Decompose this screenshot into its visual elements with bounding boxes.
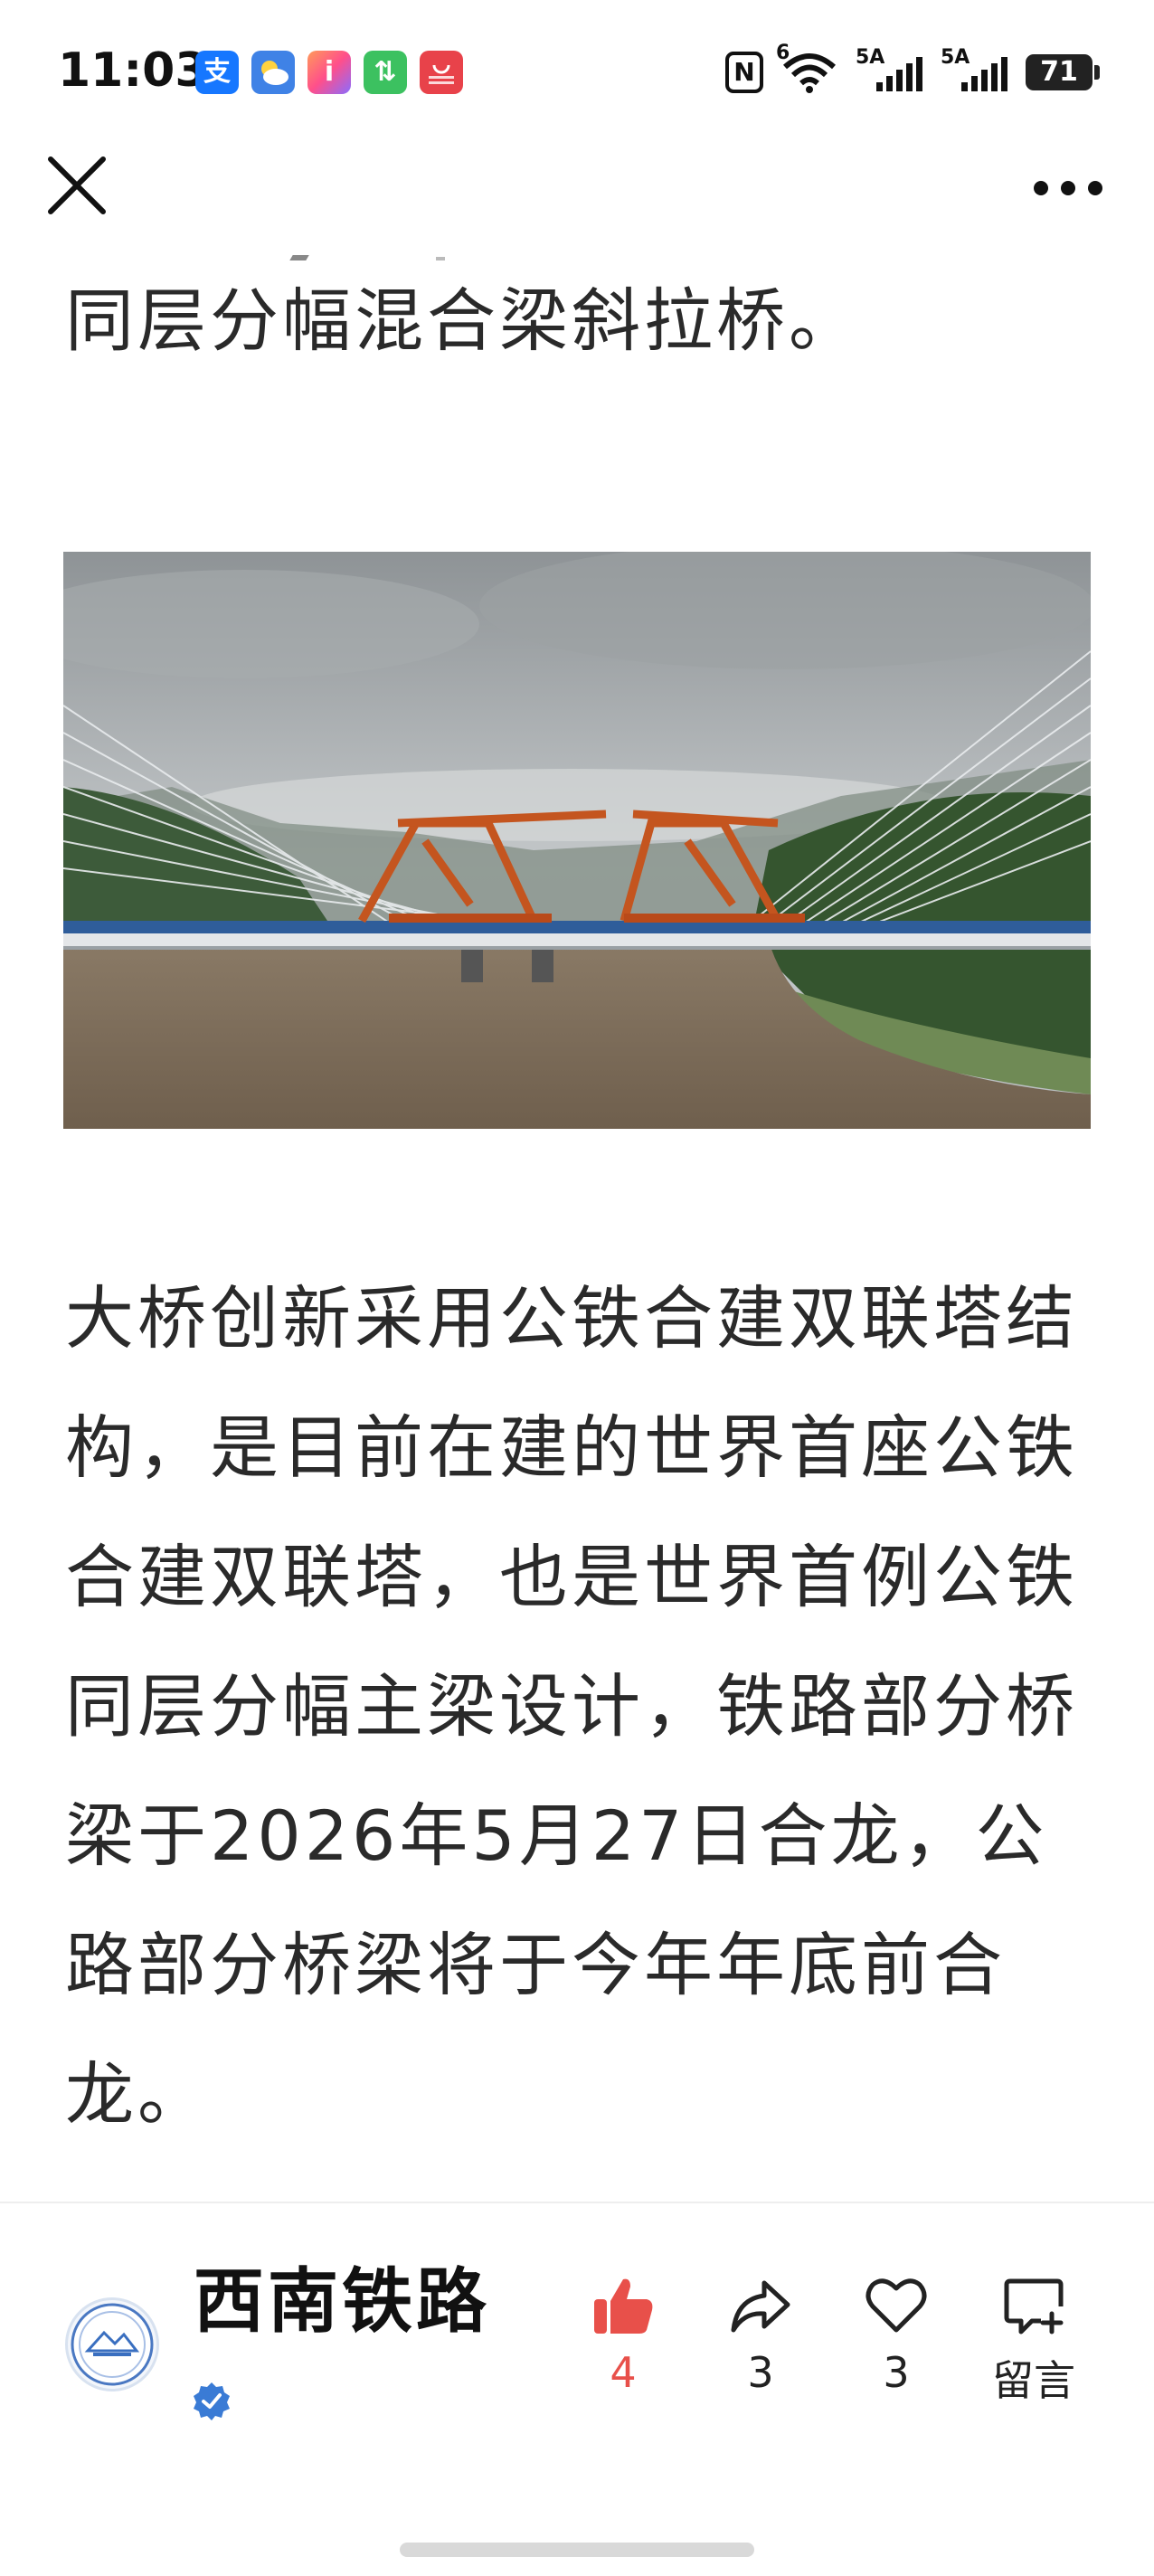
status-time: 11:03 (58, 43, 208, 98)
battery-level: 71 (1040, 56, 1078, 88)
alipay-icon: 支 (195, 51, 239, 94)
paragraph-2: 大桥创新采用公铁合建双联塔结构，是目前在建的世界首座公铁合建双联塔，也是世界首例… (65, 1278, 1078, 2135)
article-paragraph-1: 同层分幅混合梁斜拉桥。 (65, 280, 1096, 389)
comment-add-icon (1004, 2278, 1064, 2334)
account-avatar[interactable] (65, 2297, 159, 2391)
comment-button[interactable]: 留言 (975, 2274, 1093, 2408)
article-paragraph-2: 大桥创新采用公铁合建双联塔结构，是目前在建的世界首座公铁合建双联塔，也是世界首例… (65, 1254, 1096, 2159)
comment-label: 留言 (992, 2356, 1075, 2405)
like-count: 4 (610, 2348, 637, 2397)
system-icons: N 6 5A 5A 71 (725, 42, 1100, 98)
more-button[interactable] (1027, 154, 1109, 217)
close-button[interactable] (45, 154, 109, 217)
app-i-icon: i (307, 51, 351, 94)
heart-icon (866, 2278, 927, 2333)
bridge-construction-photo[interactable] (63, 552, 1091, 1129)
close-icon (48, 156, 106, 214)
favorite-count: 3 (883, 2348, 910, 2397)
app-gallery-icon (420, 51, 463, 94)
favorite-button[interactable]: 3 (847, 2274, 946, 2397)
nfc-icon: N (725, 52, 763, 93)
battery-icon: 71 (1026, 54, 1093, 90)
share-button[interactable]: 3 (711, 2274, 810, 2397)
wifi-badge: 6 (776, 42, 790, 64)
more-horizontal-icon (1034, 181, 1102, 195)
verified-badge-icon (194, 2382, 230, 2420)
share-arrow-icon (731, 2280, 790, 2333)
battery-tip (1094, 65, 1100, 80)
wifi-icon: 6 (776, 42, 837, 94)
like-button[interactable]: 4 (573, 2274, 673, 2397)
paragraph-1-tail: 同层分幅混合梁斜拉桥。 (65, 280, 861, 361)
home-indicator[interactable] (400, 2543, 754, 2557)
signal-icon-1: 5A (856, 46, 922, 93)
app-transfer-icon: ⇅ (364, 51, 407, 94)
signal-icon-2: 5A (941, 46, 1007, 93)
weather-icon (251, 51, 295, 94)
article-footer-bar: 西南铁路 4 3 3 留言 (0, 2203, 1154, 2511)
status-bar: 11:03 支 i ⇅ N 6 5A 5A 71 (0, 0, 1154, 145)
account-name[interactable]: 西南铁路 (194, 2245, 490, 2346)
share-count: 3 (747, 2348, 774, 2397)
thumbs-up-icon (594, 2278, 653, 2334)
